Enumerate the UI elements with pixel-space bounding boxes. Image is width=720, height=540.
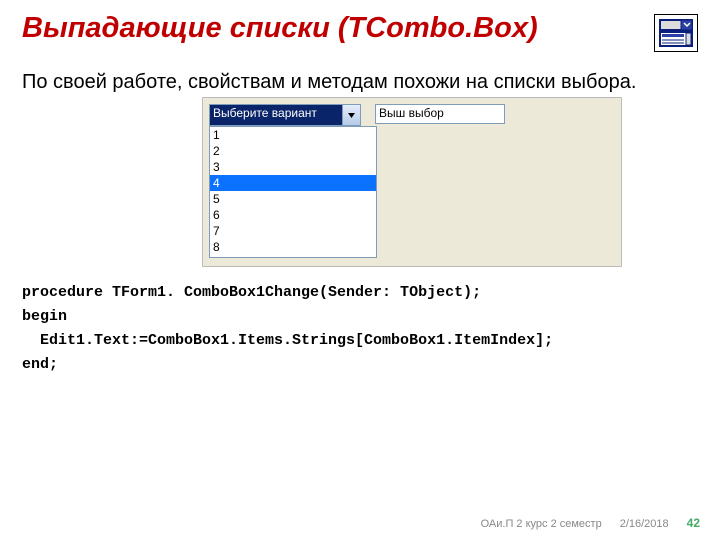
footer-date: 2/16/2018 <box>620 518 669 530</box>
list-item[interactable]: 8 <box>210 239 376 255</box>
list-item[interactable]: 2 <box>210 143 376 159</box>
footer-course: ОАи.П 2 курс 2 семестр <box>481 518 602 530</box>
list-item[interactable]: 6 <box>210 207 376 223</box>
code-block: procedure TForm1. ComboBox1Change(Sender… <box>22 281 698 377</box>
list-item[interactable]: 5 <box>210 191 376 207</box>
intro-text: По своей работе, свойствам и методам пох… <box>22 70 698 95</box>
form-preview: Выберите вариант Выш выбор 12345678 <box>202 97 622 267</box>
footer: ОАи.П 2 курс 2 семестр 2/16/2018 42 <box>481 516 700 530</box>
list-item[interactable]: 4 <box>210 175 376 191</box>
footer-page: 42 <box>687 516 700 530</box>
listbox[interactable]: 12345678 <box>209 126 377 258</box>
combobox-icon <box>654 14 698 52</box>
list-item[interactable]: 1 <box>210 127 376 143</box>
edit-field[interactable]: Выш выбор <box>375 104 505 124</box>
combobox-dropdown-button[interactable] <box>342 105 360 125</box>
list-item[interactable]: 7 <box>210 223 376 239</box>
combobox-text: Выберите вариант <box>210 105 342 125</box>
list-item[interactable]: 3 <box>210 159 376 175</box>
combobox[interactable]: Выберите вариант <box>209 104 361 126</box>
slide-title: Выпадающие списки (ТCombo.Box) <box>22 12 538 45</box>
